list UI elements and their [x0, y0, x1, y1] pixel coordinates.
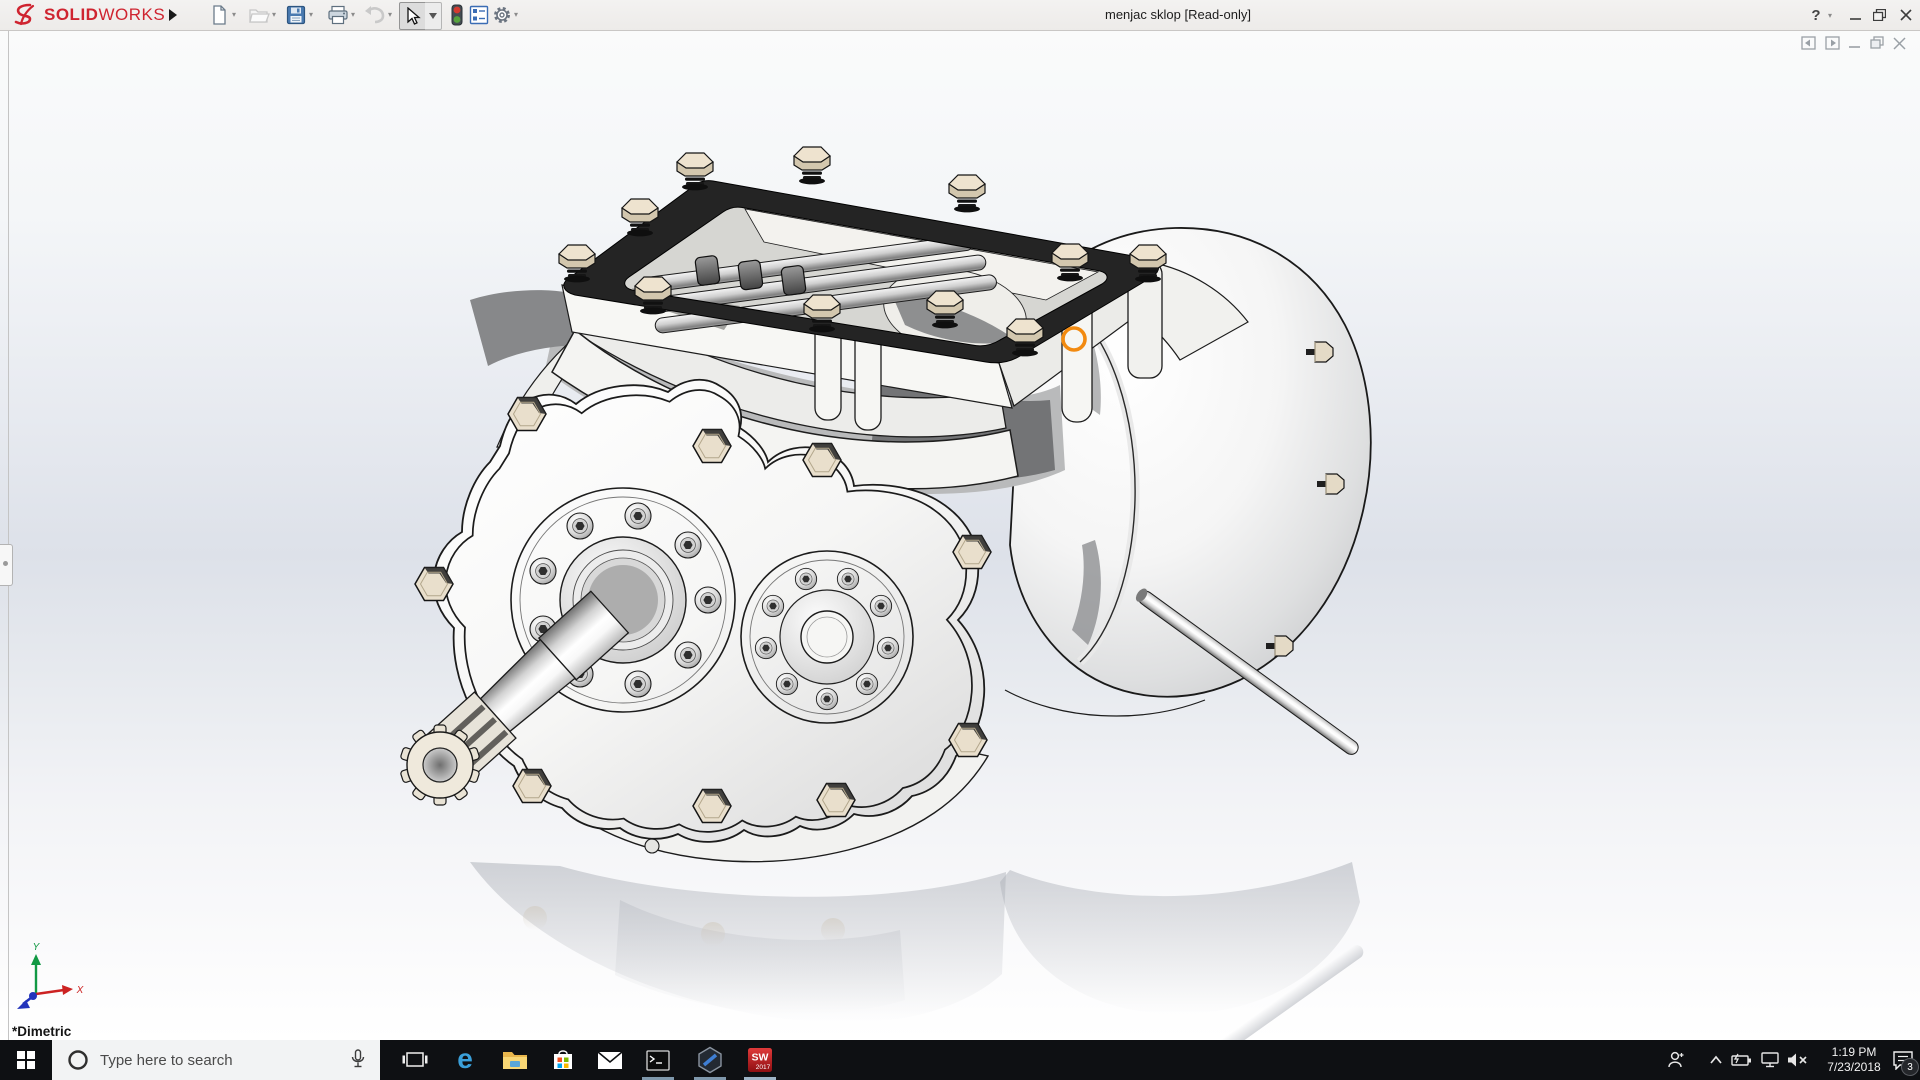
tray-hidden-icons-chevron[interactable]	[1702, 1040, 1730, 1080]
undo-icon[interactable]	[362, 2, 388, 28]
solidworks-wordmark: SOLIDWORKS	[44, 5, 165, 25]
taskbar-app-command-prompt[interactable]	[636, 1040, 680, 1080]
command-prompt-icon	[646, 1050, 670, 1071]
taskbar-app-hexagon-utility[interactable]	[688, 1040, 732, 1080]
search-placeholder: Type here to search	[100, 1052, 348, 1069]
edge-icon: e	[457, 1044, 473, 1074]
graphics-viewport[interactable]: Y X *Dimetric	[0, 30, 1920, 1040]
select-cursor-dropdown[interactable]	[425, 2, 442, 30]
options-gear-icon[interactable]	[489, 2, 515, 28]
gearbox-3d-model[interactable]	[0, 30, 1920, 1040]
svg-text:2017: 2017	[756, 1064, 771, 1071]
start-button[interactable]	[0, 1040, 52, 1080]
taskbar-search-input[interactable]: Type here to search	[52, 1040, 380, 1080]
new-document-dropdown[interactable]: ▾	[232, 11, 240, 19]
floor-reflection	[470, 862, 1366, 1040]
select-cursor-tool[interactable]	[399, 2, 427, 30]
triad-y-label: Y	[33, 942, 41, 953]
tray-network-icon[interactable]	[1756, 1040, 1784, 1080]
help-button[interactable]: ?	[1806, 4, 1826, 26]
close-button[interactable]	[1893, 4, 1919, 26]
file-explorer-icon	[502, 1049, 528, 1071]
titlebar: SOLIDWORKS ▾ ▾ ▾ ▾ ▾ ▾ menjac sklop [Rea…	[0, 0, 1920, 31]
view-orientation-label: *Dimetric	[12, 1024, 71, 1039]
minimize-button[interactable]	[1842, 4, 1868, 26]
restore-button[interactable]	[1866, 4, 1892, 26]
undo-dropdown[interactable]: ▾	[388, 11, 396, 19]
tray-people-icon[interactable]	[1662, 1040, 1690, 1080]
taskbar-app-edge[interactable]: e	[443, 1040, 487, 1080]
solidworks-logo: SOLIDWORKS	[10, 3, 165, 27]
taskbar-clock[interactable]: 1:19 PM 7/23/2018	[1812, 1045, 1896, 1075]
task-view-button[interactable]	[393, 1040, 437, 1080]
tray-battery-icon[interactable]	[1728, 1040, 1756, 1080]
windows-taskbar: Type here to search e	[0, 1040, 1920, 1080]
print-icon[interactable]	[325, 2, 351, 28]
svg-text:SW: SW	[752, 1052, 769, 1064]
open-dropdown[interactable]: ▾	[272, 11, 280, 19]
triad-x-label: X	[76, 985, 84, 996]
clock-time: 1:19 PM	[1812, 1045, 1896, 1060]
clock-date: 7/23/2018	[1812, 1060, 1896, 1075]
new-document-icon[interactable]	[206, 2, 232, 28]
open-icon[interactable]	[246, 2, 272, 28]
taskbar-app-mail[interactable]	[588, 1040, 632, 1080]
taskbar-app-solidworks-2017[interactable]: SW 2017	[738, 1040, 782, 1080]
help-dropdown[interactable]: ▾	[1828, 12, 1836, 20]
taskbar-app-store[interactable]	[541, 1040, 585, 1080]
store-icon	[551, 1048, 575, 1072]
mail-icon	[597, 1051, 623, 1070]
cortana-icon	[66, 1048, 90, 1072]
solidworks-2017-icon: SW 2017	[746, 1047, 774, 1073]
solidworks-ds-icon	[10, 3, 40, 27]
toolbar-expand-arrow[interactable]	[160, 2, 186, 28]
orientation-triad: Y X	[6, 938, 96, 1023]
tray-volume-muted-icon[interactable]	[1784, 1040, 1812, 1080]
microphone-icon[interactable]	[348, 1048, 368, 1072]
save-icon[interactable]	[283, 2, 309, 28]
windows-logo-icon	[17, 1051, 35, 1069]
save-dropdown[interactable]: ▾	[309, 11, 317, 19]
hexagon-utility-icon	[696, 1046, 724, 1074]
notification-count-badge: 3	[1901, 1058, 1919, 1076]
options-dropdown[interactable]: ▾	[514, 11, 522, 19]
document-title: menjac sklop [Read-only]	[1105, 7, 1251, 22]
taskbar-app-file-explorer[interactable]	[493, 1040, 537, 1080]
print-dropdown[interactable]: ▾	[351, 11, 359, 19]
